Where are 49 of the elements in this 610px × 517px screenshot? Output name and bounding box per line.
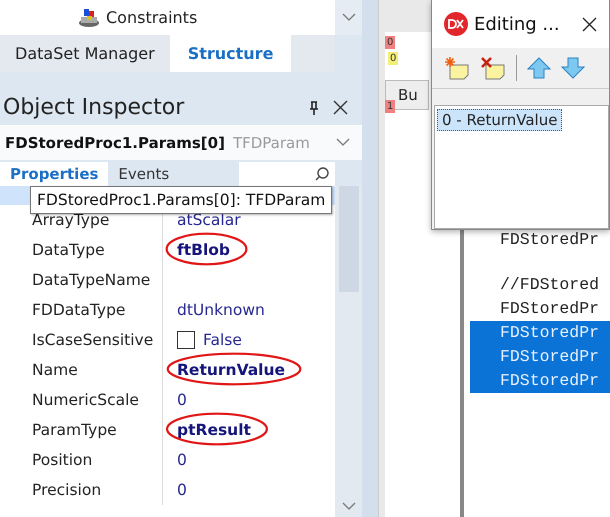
dialog-title: Editing ... (474, 14, 561, 34)
move-down-icon[interactable] (561, 57, 585, 79)
app-logo (444, 12, 468, 36)
tab-order-badge: 1 (385, 100, 396, 113)
property-value: atScalar (177, 211, 241, 229)
property-value: 0 (177, 451, 187, 469)
property-name: Name (32, 361, 78, 379)
property-value: False (203, 331, 242, 349)
property-value: dtUnknown (177, 301, 265, 319)
property-name: ParamType (32, 421, 117, 439)
property-name: NumericScale (32, 391, 139, 409)
inspector-tab[interactable]: Events (108, 162, 180, 186)
inspector-tab[interactable]: Properties (0, 162, 108, 186)
tab-order-badge: 0 (385, 36, 396, 49)
add-item-icon[interactable] (444, 56, 470, 80)
tree-item-label[interactable]: Constraints (106, 8, 198, 27)
property-name: Position (32, 451, 92, 469)
property-name: DataTypeName (32, 271, 150, 289)
panel-title: Object Inspector (3, 95, 186, 120)
code-line: //FDStored (499, 274, 600, 296)
property-name: IsCaseSensitive (32, 331, 154, 349)
property-name: FDDataType (32, 301, 126, 319)
property-value: ReturnValue (177, 361, 286, 379)
panel-tab[interactable]: Structure (170, 35, 292, 72)
code-line: FDStoredPr (499, 231, 600, 249)
constraints-icon (78, 8, 100, 28)
delete-item-icon[interactable] (480, 56, 506, 80)
property-value: ptResult (177, 421, 251, 439)
property-value: 0 (177, 391, 187, 409)
tab-order-badge: 0 (388, 52, 398, 65)
move-up-icon[interactable] (527, 57, 551, 79)
property-name: Precision (32, 481, 102, 499)
object-name: FDStoredProc1.Params[0] (5, 134, 225, 152)
pin-icon[interactable] (309, 100, 319, 114)
checkbox[interactable] (177, 331, 195, 349)
property-name: DataType (32, 241, 105, 259)
panel-tab[interactable]: DataSet Manager (0, 35, 170, 72)
tooltip: FDStoredProc1.Params[0]: TFDParam (30, 186, 332, 214)
search-field[interactable] (239, 162, 335, 186)
property-value: 0 (177, 481, 187, 499)
property-value: ftBlob (177, 241, 230, 259)
dropdown-chevron[interactable] (336, 138, 350, 147)
search-icon (315, 167, 329, 181)
close-icon[interactable] (333, 100, 348, 115)
object-type: TFDParam (232, 134, 311, 152)
property-name: ArrayType (32, 211, 110, 229)
list-item[interactable]: 0 - ReturnValue (437, 109, 562, 131)
code-line: FDStoredPr (499, 298, 600, 320)
close-icon[interactable] (582, 16, 597, 32)
